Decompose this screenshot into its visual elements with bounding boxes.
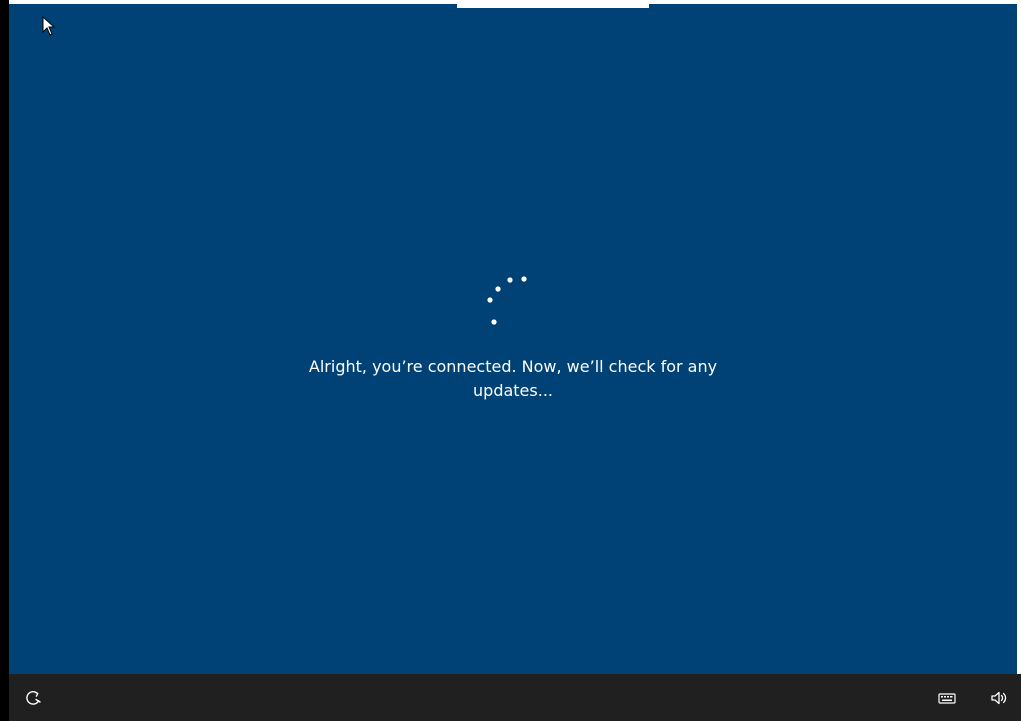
top-tab-indicator: [457, 4, 649, 8]
status-message-line-2: updates...: [473, 381, 553, 400]
oobe-taskbar: [9, 674, 1021, 721]
keyboard-icon[interactable]: [937, 688, 957, 708]
status-message: Alright, you’re connected. Now, we’ll ch…: [9, 355, 1017, 403]
volume-icon[interactable]: [989, 688, 1009, 708]
mouse-pointer-icon: [42, 16, 56, 36]
setup-screen: [9, 4, 1017, 674]
left-border: [0, 0, 9, 721]
status-message-line-1: Alright, you’re connected. Now, we’ll ch…: [308, 357, 718, 376]
oobe-window: Alright, you’re connected. Now, we’ll ch…: [0, 0, 1021, 721]
loading-spinner-icon: [487, 276, 527, 325]
ease-of-access-icon[interactable]: [23, 688, 43, 708]
